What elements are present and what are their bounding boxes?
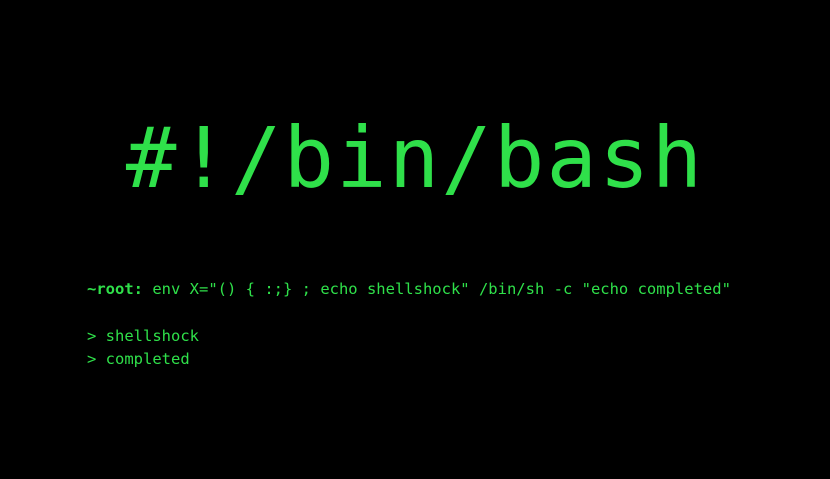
root-prompt: ~root:	[87, 280, 143, 298]
command-text: env X="() { :;} ; echo shellshock" /bin/…	[152, 280, 731, 298]
terminal-screen: #!/bin/bash ~root: env X="() { :;} ; ech…	[0, 0, 830, 479]
output-line-shellshock: > shellshock	[87, 327, 199, 345]
command-line: ~root: env X="() { :;} ; echo shellshock…	[87, 279, 731, 299]
output-line-completed: > completed	[87, 350, 190, 368]
command-output: > shellshock > completed	[87, 325, 199, 371]
shebang-heading: #!/bin/bash	[125, 109, 705, 207]
